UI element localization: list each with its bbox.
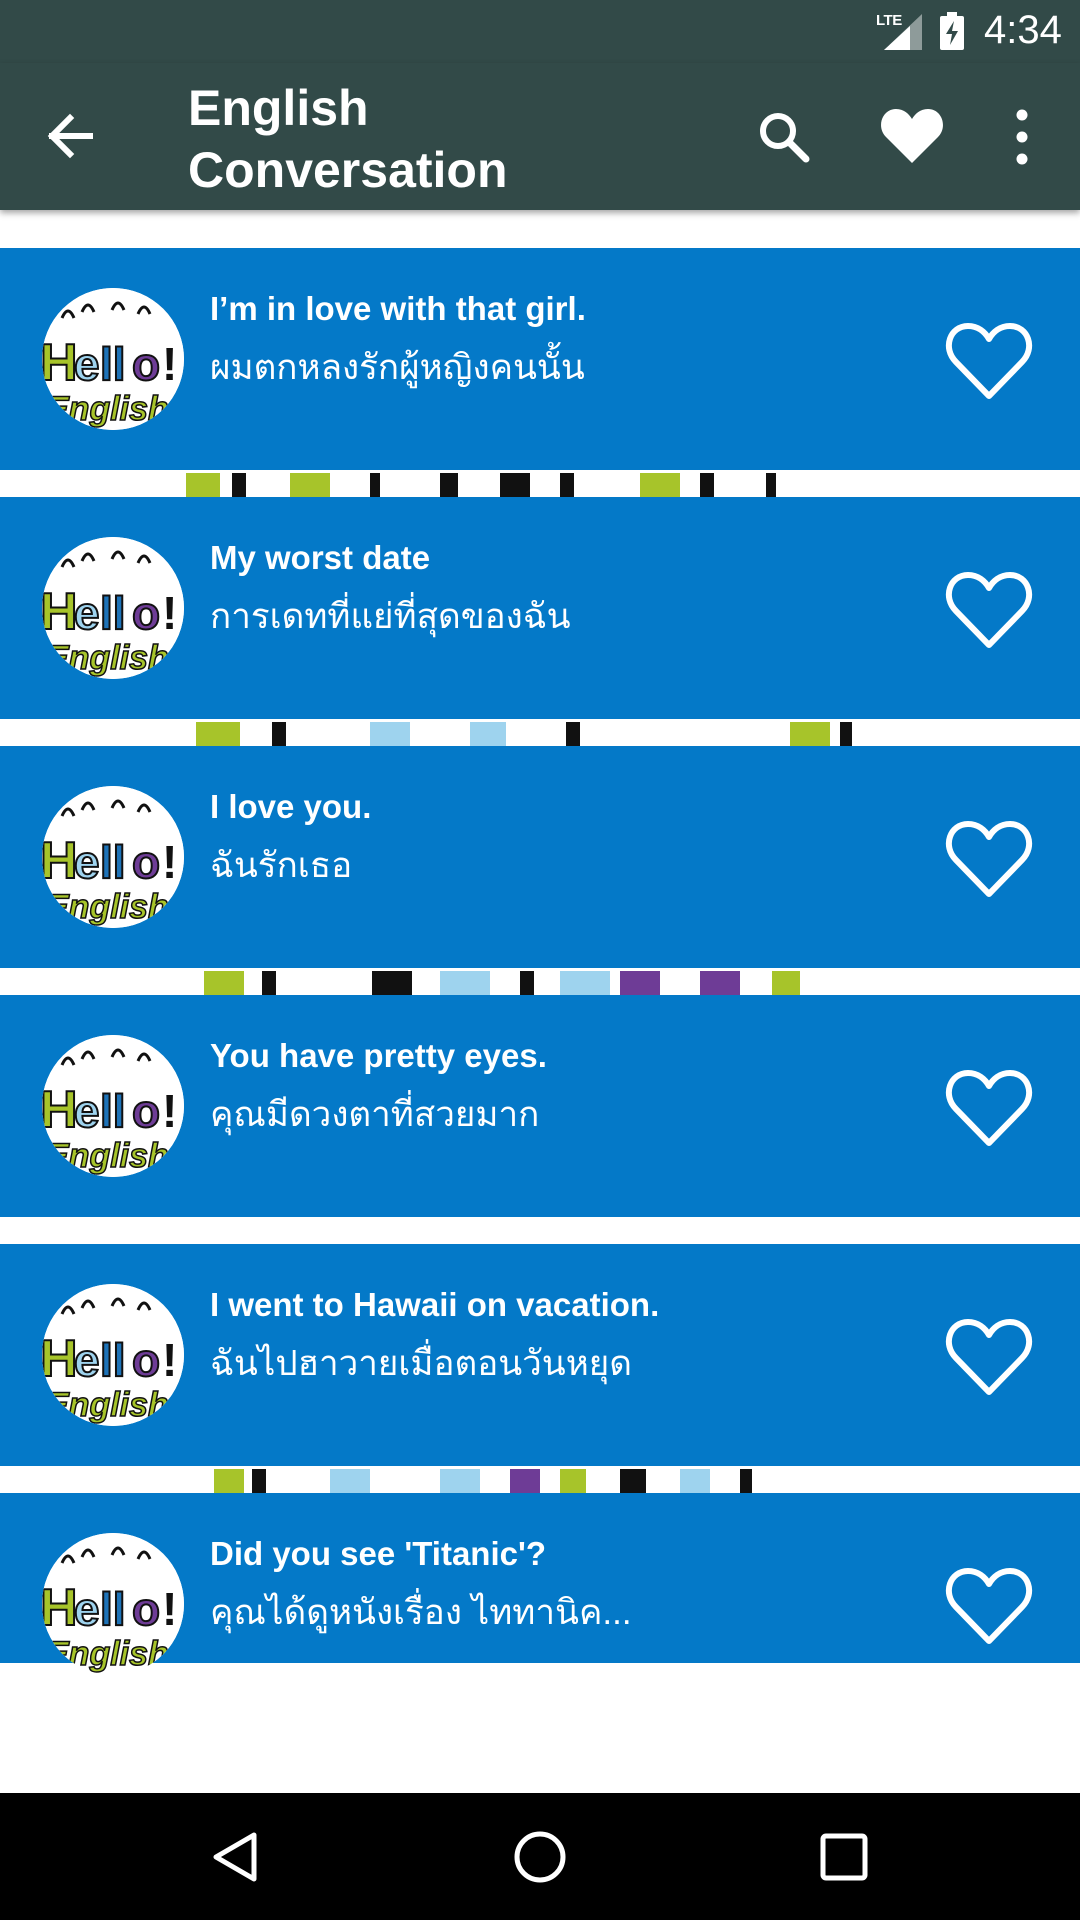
svg-text:ll: ll [100, 1583, 126, 1635]
heart-outline-icon[interactable] [944, 1565, 1034, 1647]
avatar: H e ll o ! English [42, 1284, 184, 1426]
search-icon[interactable] [754, 107, 814, 167]
svg-text:ll: ll [100, 1085, 126, 1137]
svg-text:o: o [132, 1334, 160, 1386]
signal-icon [884, 14, 922, 50]
phrase-thai: ฉันไปฮาวายเมื่อตอนวันหยุด [210, 1344, 633, 1383]
svg-text:!: ! [162, 1583, 177, 1635]
hello-english-logo: H e ll o ! English [42, 786, 184, 928]
svg-text:ll: ll [100, 1334, 126, 1386]
phrase-card[interactable]: H e ll o ! English I went to Hawaii on v… [0, 1244, 1080, 1466]
hello-english-logo: H e ll o ! English [42, 1284, 184, 1426]
svg-text:English: English [46, 1137, 169, 1175]
avatar: H e ll o ! English [42, 786, 184, 928]
battery-charging-icon [940, 12, 964, 50]
svg-text:English: English [46, 390, 169, 428]
background-artwork [0, 1220, 1080, 1247]
svg-text:o: o [132, 836, 160, 888]
svg-text:e: e [74, 1334, 100, 1386]
phrase-card[interactable]: H e ll o ! English I love you. ฉันรักเธอ [0, 746, 1080, 968]
svg-text:o: o [132, 1583, 160, 1635]
background-artwork [0, 722, 1080, 749]
svg-text:English: English [46, 639, 169, 677]
svg-text:!: ! [162, 1085, 177, 1137]
svg-text:o: o [132, 1085, 160, 1137]
svg-text:!: ! [162, 587, 177, 639]
favorites-heart-icon[interactable] [878, 105, 946, 167]
phrase-list[interactable]: H e ll o ! English I’m in love with that… [0, 210, 1080, 1793]
phrase-english: I love you. [210, 788, 372, 825]
phrase-english: My worst date [210, 539, 431, 576]
svg-text:ll: ll [100, 587, 126, 639]
app-bar: English Conversation [0, 63, 1080, 210]
svg-text:English: English [46, 888, 169, 926]
clock: 4:34 [984, 8, 1062, 52]
nav-recents-icon[interactable] [812, 1825, 876, 1889]
svg-text:H: H [42, 1330, 78, 1388]
svg-text:!: ! [162, 1334, 177, 1386]
hello-english-logo: H e ll o ! English [42, 537, 184, 679]
phrase-card[interactable]: H e ll o ! English I’m in love with that… [0, 248, 1080, 470]
heart-outline-icon[interactable] [944, 1316, 1034, 1398]
svg-text:e: e [74, 836, 100, 888]
phrase-card[interactable]: H e ll o ! English My worst date การเดทท… [0, 497, 1080, 719]
svg-text:H: H [42, 1081, 78, 1139]
phrase-thai: คุณได้ดูหนังเรื่อง ไททานิค... [210, 1593, 632, 1632]
background-artwork [0, 1469, 1080, 1496]
avatar: H e ll o ! English [42, 537, 184, 679]
heart-outline-icon[interactable] [944, 569, 1034, 651]
svg-text:!: ! [162, 836, 177, 888]
phrase-english: Did you see 'Titanic'? [210, 1535, 546, 1572]
background-artwork [0, 971, 1080, 998]
nav-home-icon[interactable] [508, 1825, 572, 1889]
avatar: H e ll o ! English [42, 288, 184, 430]
hello-english-logo: H e ll o ! English [42, 288, 184, 430]
svg-text:H: H [42, 334, 78, 392]
svg-text:e: e [74, 338, 100, 390]
avatar: H e ll o ! English [42, 1533, 184, 1675]
phrase-thai: ฉันรักเธอ [210, 846, 353, 885]
heart-outline-icon[interactable] [944, 1067, 1034, 1149]
hello-english-logo: H e ll o ! English [42, 1035, 184, 1177]
svg-text:e: e [74, 587, 100, 639]
phrase-thai: ผมตกหลงรักผู้หญิงคนนั้น [210, 348, 585, 387]
svg-text:ll: ll [100, 836, 126, 888]
phrase-english: You have pretty eyes. [210, 1037, 547, 1074]
svg-text:H: H [42, 583, 78, 641]
svg-text:English: English [46, 1635, 169, 1673]
phrase-english: I went to Hawaii on vacation. [210, 1286, 660, 1323]
svg-text:ll: ll [100, 338, 126, 390]
heart-outline-icon[interactable] [944, 320, 1034, 402]
phrase-card[interactable]: H e ll o ! English Did you see 'Titanic'… [0, 1493, 1080, 1675]
avatar: H e ll o ! English [42, 1035, 184, 1177]
phrase-english: I’m in love with that girl. [210, 290, 586, 327]
phrase-card[interactable]: H e ll o ! English You have pretty eyes.… [0, 995, 1080, 1217]
svg-text:o: o [132, 587, 160, 639]
svg-text:o: o [132, 338, 160, 390]
status-bar: LTE 4:34 [0, 0, 1080, 63]
svg-text:H: H [42, 1579, 78, 1637]
background-artwork [0, 473, 1080, 500]
nav-back-icon[interactable] [204, 1825, 268, 1889]
phrase-thai: คุณมีดวงตาที่สวยมาก [210, 1095, 540, 1134]
svg-text:e: e [74, 1583, 100, 1635]
system-nav-bar [0, 1793, 1080, 1920]
phrase-thai: การเดทที่แย่ที่สุดของฉัน [210, 597, 571, 636]
svg-text:e: e [74, 1085, 100, 1137]
more-vert-icon[interactable] [1000, 105, 1044, 169]
svg-text:H: H [42, 832, 78, 890]
hello-english-logo: H e ll o ! English [42, 1533, 184, 1675]
svg-text:!: ! [162, 338, 177, 390]
svg-text:English: English [46, 1386, 169, 1424]
back-arrow-icon[interactable] [42, 108, 104, 164]
heart-outline-icon[interactable] [944, 818, 1034, 900]
page-title: English Conversation [188, 80, 508, 198]
